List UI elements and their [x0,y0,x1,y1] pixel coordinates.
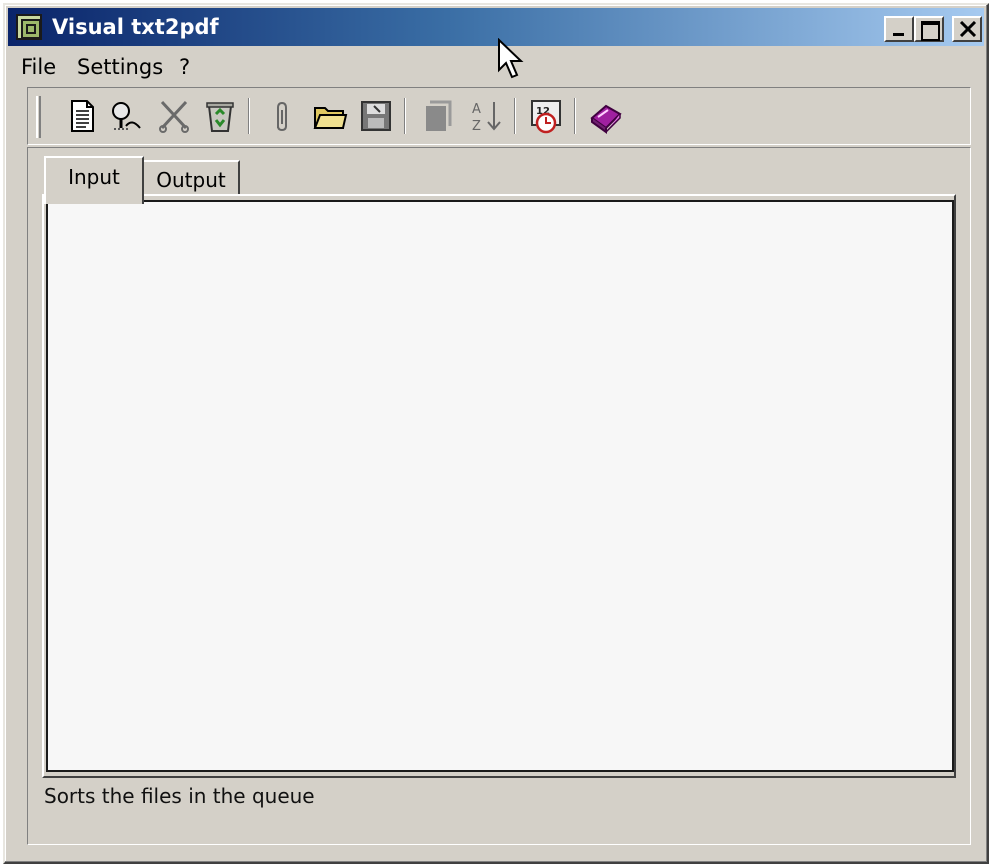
window-title: Visual txt2pdf [52,15,219,39]
toolbar-separator [574,98,576,134]
app-window: Visual txt2pdf File Settings ? A Z 12 In… [3,3,989,864]
attach-icon [277,101,287,132]
sort-button[interactable]: A Z [468,98,504,134]
cut-button[interactable] [156,98,192,134]
find-button[interactable] [108,98,144,134]
close-button[interactable] [952,16,982,42]
schedule-icon: 12 [531,100,561,134]
app-icon[interactable] [16,14,42,40]
save-button[interactable] [358,98,394,134]
minimize-button[interactable] [884,16,914,42]
tab-input[interactable]: Input [44,156,144,204]
mouse-cursor-icon [498,38,524,79]
recycle-bin-button[interactable] [202,98,238,134]
main-panel: Input Output Sorts the files in the queu… [27,147,971,845]
close-icon [959,21,977,37]
menu-settings[interactable]: Settings [77,55,163,79]
title-bar[interactable]: Visual txt2pdf [8,8,984,46]
copy-icon [426,100,452,131]
toolbar-grip[interactable] [36,96,41,138]
help-button[interactable] [588,98,624,134]
status-text: Sorts the files in the queue [44,784,315,808]
toolbar-separator [514,98,516,134]
schedule-button[interactable]: 12 [528,98,564,134]
cut-icon [159,100,189,133]
save-disk-icon [361,101,391,131]
maximize-button[interactable] [914,16,944,42]
new-document-icon [71,100,94,132]
file-queue-list[interactable] [46,200,954,772]
toolbar-separator [248,98,250,134]
sort-az-icon: A Z [472,102,501,134]
attach-button[interactable] [264,98,300,134]
tab-output[interactable]: Output [142,160,240,196]
help-book-icon [590,104,622,134]
menu-help[interactable]: ? [179,55,190,79]
recycle-bin-icon [206,102,234,132]
open-folder-button[interactable] [312,98,348,134]
toolbar: A Z 12 [27,87,971,145]
new-document-button[interactable] [64,98,100,134]
menu-file[interactable]: File [21,55,56,79]
copy-button[interactable] [420,98,456,134]
find-icon [112,102,141,130]
toolbar-separator [404,98,406,134]
svg-text:Z: Z [472,119,481,134]
svg-text:A: A [472,102,481,117]
open-folder-icon [313,107,348,129]
tab-page [42,194,956,778]
